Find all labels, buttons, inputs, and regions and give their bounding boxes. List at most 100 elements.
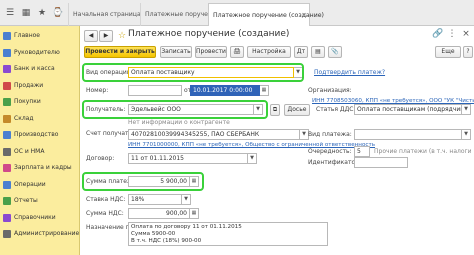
sidebar-item-label: Операции [14,180,46,188]
document-form: ◀ ▶ ☆ Платежное поручение (создание) 🔗 ⋮… [80,26,474,255]
sidebar-item[interactable]: Отчеты [0,195,80,207]
org-label: Организация: [308,87,352,94]
apps-icon[interactable]: ▦ [20,7,32,19]
sidebar-item-label: Главное [14,32,40,39]
history-icon[interactable]: ⌚ [52,7,64,19]
order-note: Прочие платежи (в т.ч. налоги и вз [374,148,474,155]
order-label: Очередность: [308,148,352,155]
highlight-amount [82,172,204,191]
purpose-textarea[interactable]: Оплата по договору 11 от 01.11.2015 Сумм… [128,222,328,246]
cart-icon [3,98,11,106]
payment-type-label: Вид платежа: [308,131,352,138]
sidebar-item-label: Администрирование [14,230,80,237]
close-icon[interactable]: × [460,28,472,40]
help-button[interactable]: ? [463,46,473,58]
sales-icon [3,81,11,90]
bank-icon [3,65,11,73]
warehouse-icon [3,114,11,123]
chevron-down-icon[interactable]: ▼ [462,129,471,140]
order-input[interactable]: 5 [354,146,370,157]
calendar-icon[interactable]: ▦ [260,85,269,96]
sidebar-item-label: Отчеты [14,197,38,204]
tab-payment-orders[interactable]: Платежные поручения [140,3,220,26]
sidebar-item-label: Банк и касса [14,65,55,72]
date-input[interactable]: 10.01.2017 0:00:00 [190,85,260,96]
recipient-info: Нет информации о контрагенте [128,119,230,126]
operations-icon [3,180,11,189]
number-label: Номер: [86,87,109,94]
sidebar-item[interactable]: Покупки [0,96,80,108]
chevron-down-icon[interactable]: ▼ [248,153,257,164]
chevron-down-icon[interactable]: ▼ [462,104,471,115]
sidebar-item-label: Производство [14,131,59,138]
page-title: Платежное поручение (создание) [128,29,290,39]
sidebar-item[interactable]: Зарплата и кадры [0,162,80,174]
attachment-button[interactable]: 📎 [328,46,342,58]
sidebar-item[interactable]: Продажи [0,80,80,92]
sidebar-item[interactable]: Справочники [0,212,80,224]
identifier-input[interactable] [354,157,408,168]
sidebar-item[interactable]: Банк и касса [0,63,80,75]
contract-input[interactable]: 11 от 01.11.2015 [128,153,248,164]
sidebar-item-label: Справочники [14,213,56,221]
forward-button[interactable]: ▶ [99,30,113,42]
back-button[interactable]: ◀ [84,30,98,42]
vat-rate-label: Ставка НДС: [86,196,126,203]
tab-home[interactable]: Начальная страница [68,3,141,26]
sidebar-item-label: ОС и НМА [14,147,45,155]
sidebar-item[interactable]: Руководителю [0,47,80,59]
highlight-operation [82,63,304,82]
number-input[interactable] [128,85,182,96]
link-icon[interactable]: 🔗 [432,28,444,40]
star-icon[interactable]: ☆ [116,30,128,42]
account-input[interactable]: 40702810039994345255, ПАО СБЕРБАНК [128,129,300,140]
sidebar-item[interactable]: Производство [0,129,80,141]
confirm-payment-link[interactable]: Подтвердить платеж? [314,69,385,77]
sidebar-item[interactable]: Администрирование [0,228,80,240]
sidebar-item[interactable]: ОС и НМА [0,146,80,158]
sidebar: Главное Руководителю Банк и касса Продажи По… [0,26,80,255]
app-window: ☰ ▦ ★ ⌚ Начальная страница Платежные пор… [0,0,474,255]
vat-amount-label: Сумма НДС: [86,210,124,217]
save-button[interactable]: Записать [160,46,192,58]
calculator-icon[interactable]: ▦ [190,208,199,219]
post-and-close-button[interactable]: Провести и закрыть [84,46,156,58]
chart-icon [3,48,11,57]
dds-input[interactable]: Оплата поставщикам (подрядчикам) [354,104,462,115]
settings-button[interactable]: Настройка [247,46,291,58]
sidebar-item-label: Склад [14,114,34,122]
tab-payment-order-new[interactable]: Платежное поручение (создание) × [208,3,324,27]
sidebar-item-label: Руководителю [14,48,60,56]
contract-label: Договор: [86,155,115,162]
assets-icon [3,147,11,156]
more-icon[interactable]: ⋮ [446,28,458,40]
dt-kt-button[interactable]: Дт [294,46,308,58]
star-icon[interactable]: ★ [36,7,48,19]
top-bar: ☰ ▦ ★ ⌚ Начальная страница Платежные пор… [0,0,474,26]
dossier-button[interactable]: Досье [284,104,310,116]
home-icon [3,32,11,40]
people-icon [3,164,11,172]
close-icon[interactable]: × [301,4,307,27]
chevron-down-icon[interactable]: ▼ [182,194,191,205]
sidebar-item-label: Зарплата и кадры [14,164,72,171]
reports-icon [3,197,11,205]
book-icon [3,213,11,222]
vat-rate-select[interactable]: 18% [128,194,182,205]
post-button[interactable]: Провести [195,46,227,58]
sidebar-item[interactable]: Операции [0,179,80,191]
menu-icon[interactable]: ☰ [4,7,16,19]
open-recipient-button[interactable]: ⧉ [270,104,280,116]
payment-type-input[interactable] [354,129,462,140]
sidebar-item-label: Продажи [14,81,44,89]
sidebar-item[interactable]: Склад [0,113,80,125]
vat-amount-input[interactable]: 900,00 [128,208,190,219]
sidebar-item-label: Покупки [14,98,41,105]
report-button[interactable]: ▤ [311,46,325,58]
gear-icon [3,230,11,238]
print-button[interactable]: 🖨 [230,46,244,58]
more-button[interactable]: Еще [435,46,461,58]
factory-icon [3,131,11,139]
dds-label: Статья ДДС: [316,106,356,113]
sidebar-item[interactable]: Главное [0,30,80,42]
